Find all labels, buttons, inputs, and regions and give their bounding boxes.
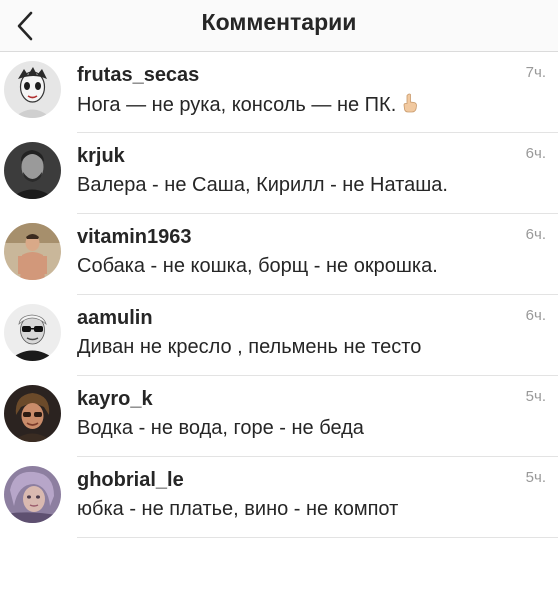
avatar[interactable]: [4, 61, 61, 118]
avatar[interactable]: [4, 304, 61, 361]
comment-username[interactable]: aamulin: [77, 307, 153, 330]
comment-username[interactable]: ghobrial_le: [77, 469, 184, 492]
page-title: Комментарии: [201, 9, 357, 35]
comment-username[interactable]: vitamin1963: [77, 226, 192, 249]
comment-text: Нога — не рука, консоль — не ПК.: [77, 94, 397, 116]
comment-text: Водка - не вода, горе - не беда: [77, 417, 364, 439]
comment-content: aamulin Диван не кресло , пельмень не те…: [77, 295, 558, 376]
comment-row: frutas_secas Нога — не рука, консоль — н…: [0, 52, 558, 133]
comment-time: 7ч.: [525, 64, 546, 81]
comment-row: vitamin1963 Собака - не кошка, борщ - не…: [0, 214, 558, 295]
comment-content: kayro_k Водка - не вода, горе - не беда …: [77, 376, 558, 457]
comment-time: 5ч.: [525, 469, 546, 486]
comment-text: Собака - не кошка, борщ - не окрошка.: [77, 255, 438, 277]
avatar[interactable]: [4, 385, 61, 442]
comment-content: krjuk Валера - не Саша, Кирилл - не Ната…: [77, 133, 558, 214]
comment-username[interactable]: krjuk: [77, 145, 125, 168]
comment-text-wrap: Нога — не рука, консоль — не ПК.: [77, 93, 418, 119]
comment-text: Валера - не Саша, Кирилл - не Наташа.: [77, 174, 448, 196]
comment-content: vitamin1963 Собака - не кошка, борщ - не…: [77, 214, 558, 295]
comment-time: 6ч.: [525, 226, 546, 243]
hand-pointing-up-icon: [402, 93, 418, 119]
comment-time: 6ч.: [525, 145, 546, 162]
comment-content: frutas_secas Нога — не рука, консоль — н…: [77, 52, 558, 133]
avatar[interactable]: [4, 142, 61, 199]
top-bar: Комментарии: [0, 0, 558, 52]
comment-time: 6ч.: [525, 307, 546, 324]
avatar[interactable]: [4, 223, 61, 280]
comment-row: krjuk Валера - не Саша, Кирилл - не Ната…: [0, 133, 558, 214]
comment-username[interactable]: kayro_k: [77, 388, 153, 411]
comment-row: ghobrial_le юбка - не платье, вино - не …: [0, 457, 558, 538]
comment-row: aamulin Диван не кресло , пельмень не те…: [0, 295, 558, 376]
comment-content: ghobrial_le юбка - не платье, вино - не …: [77, 457, 558, 538]
comment-text: Диван не кресло , пельмень не тесто: [77, 336, 422, 358]
comment-time: 5ч.: [525, 388, 546, 405]
comment-username[interactable]: frutas_secas: [77, 64, 199, 87]
comment-row: kayro_k Водка - не вода, горе - не беда …: [0, 376, 558, 457]
comment-text: юбка - не платье, вино - не компот: [77, 498, 399, 520]
avatar[interactable]: [4, 466, 61, 523]
comment-list: frutas_secas Нога — не рука, консоль — н…: [0, 52, 558, 538]
